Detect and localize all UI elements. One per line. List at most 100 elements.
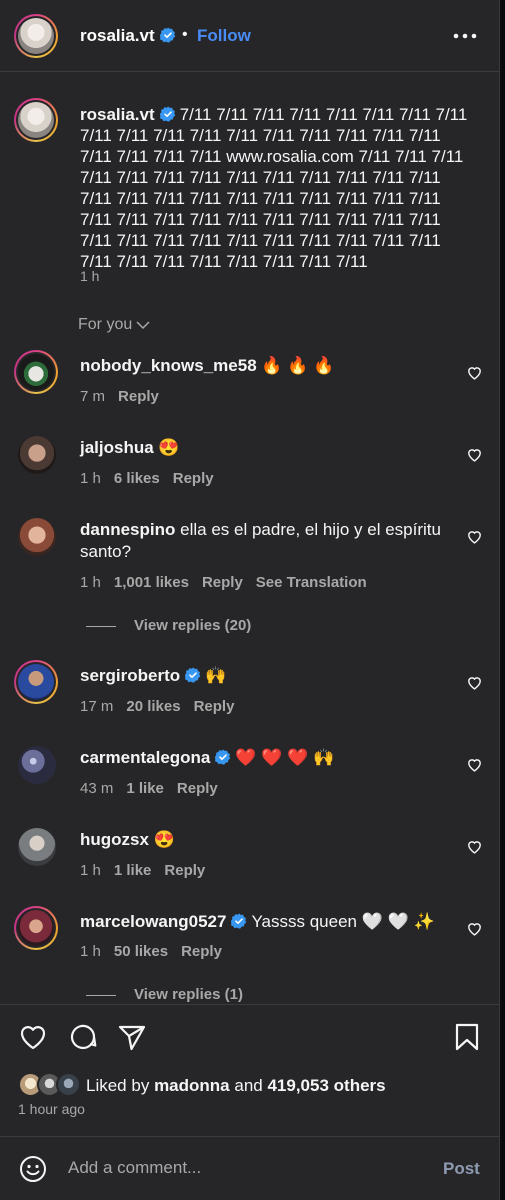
liked-by-and: and xyxy=(234,1076,263,1095)
comment-avatar[interactable] xyxy=(18,828,56,866)
like-comment-heart-icon[interactable] xyxy=(466,674,483,691)
comment-avatar[interactable] xyxy=(14,660,58,704)
comment-body: 😍 xyxy=(158,438,180,457)
comment-body: Yassss queen 🤍 🤍 ✨ xyxy=(251,912,435,931)
post-panel: rosalia.vt • Follow rosalia.vt 7/11 7/11 … xyxy=(0,0,500,1200)
comment-username[interactable]: nobody_knows_me58 xyxy=(80,356,257,375)
comment-username[interactable]: jaljoshua xyxy=(80,438,154,457)
caption-timestamp: 1 h xyxy=(80,268,100,284)
window-edge xyxy=(500,0,505,1200)
comment-body: 🔥 🔥 🔥 xyxy=(261,356,335,375)
comment-meta: 43 m 1 like Reply xyxy=(80,780,231,797)
comment-likes[interactable]: 20 likes xyxy=(126,698,180,715)
verified-badge-icon xyxy=(159,27,175,43)
header-separator: • xyxy=(182,26,188,43)
comment-text: jaljoshua 😍 xyxy=(80,437,450,459)
comment-body: 😍 xyxy=(153,830,175,849)
verified-badge-icon xyxy=(215,749,231,765)
comment-username[interactable]: carmentalegona xyxy=(80,748,210,767)
like-comment-heart-icon[interactable] xyxy=(466,838,483,855)
comment-text: nobody_knows_me58 🔥 🔥 🔥 xyxy=(80,355,450,377)
comment-time: 1 h xyxy=(80,943,101,960)
liker-avatar xyxy=(56,1072,81,1097)
verified-badge-icon xyxy=(185,667,201,683)
share-send-icon[interactable] xyxy=(117,1022,147,1052)
comment-avatar[interactable] xyxy=(14,906,58,950)
comment-username[interactable]: hugozsx xyxy=(80,830,149,849)
comment-time: 17 m xyxy=(80,698,114,715)
caption-body: 7/11 7/11 7/11 7/11 7/11 7/11 7/11 7/11 … xyxy=(80,105,468,271)
reply-button[interactable]: Reply xyxy=(173,470,214,487)
comment-meta: 1 h 6 likes Reply xyxy=(80,470,227,487)
reply-button[interactable]: Reply xyxy=(177,780,218,797)
comment-likes[interactable]: 1 like xyxy=(126,780,164,797)
post-comment-button[interactable]: Post xyxy=(443,1159,480,1179)
reply-button[interactable]: Reply xyxy=(202,574,243,591)
comment-avatar[interactable] xyxy=(18,518,56,556)
reply-button[interactable]: Reply xyxy=(118,388,159,405)
comment-meta: 17 m 20 likes Reply xyxy=(80,698,247,715)
reply-button[interactable]: Reply xyxy=(181,943,222,960)
comment-time: 7 m xyxy=(80,388,106,405)
add-comment-input[interactable] xyxy=(68,1158,408,1178)
liked-by-others[interactable]: 419,053 others xyxy=(267,1076,385,1095)
comment-time: 1 h xyxy=(80,470,101,487)
caption-avatar[interactable] xyxy=(14,98,58,142)
emoji-picker-icon[interactable] xyxy=(18,1154,48,1184)
replies-divider xyxy=(86,994,116,996)
reply-button[interactable]: Reply xyxy=(164,862,205,879)
comment-time: 43 m xyxy=(80,780,114,797)
see-translation-button[interactable]: See Translation xyxy=(256,574,367,591)
like-comment-heart-icon[interactable] xyxy=(466,364,483,381)
comment-time: 1 h xyxy=(80,574,101,591)
comment-meta: 7 m Reply xyxy=(80,388,172,405)
comment-time: 1 h xyxy=(80,862,101,879)
more-options-icon[interactable] xyxy=(450,26,480,46)
post-header: rosalia.vt • Follow xyxy=(0,0,500,72)
view-replies-button[interactable]: View replies (20) xyxy=(86,617,251,634)
view-replies-button[interactable]: View replies (1) xyxy=(86,986,243,1003)
comment-username[interactable]: dannespino xyxy=(80,520,175,539)
comment-avatar[interactable] xyxy=(18,746,56,784)
comment-avatar[interactable] xyxy=(14,350,58,394)
view-replies-label: View replies (1) xyxy=(134,986,243,1003)
chevron-down-icon xyxy=(136,321,150,330)
sort-label: For you xyxy=(78,316,133,333)
caption-text: rosalia.vt 7/11 7/11 7/11 7/11 7/11 7/11 … xyxy=(80,104,470,272)
comment-likes[interactable]: 6 likes xyxy=(114,470,160,487)
comment-likes[interactable]: 50 likes xyxy=(114,943,168,960)
comment-avatar[interactable] xyxy=(18,436,56,474)
comment-sort-dropdown[interactable]: For you xyxy=(78,316,150,334)
post-timestamp: 1 hour ago xyxy=(18,1101,85,1117)
comment-meta: 1 h 1 like Reply xyxy=(80,862,218,879)
comment-text: sergiroberto 🙌 xyxy=(80,665,450,687)
comment-likes[interactable]: 1 like xyxy=(114,862,152,879)
comment-body: 🙌 xyxy=(205,666,227,685)
comment-bubble-icon[interactable] xyxy=(68,1022,98,1052)
like-comment-heart-icon[interactable] xyxy=(466,756,483,773)
comment-likes[interactable]: 1,001 likes xyxy=(114,574,189,591)
liked-by-user[interactable]: madonna xyxy=(154,1076,230,1095)
follow-button[interactable]: Follow xyxy=(197,26,251,46)
like-comment-heart-icon[interactable] xyxy=(466,920,483,937)
comment-text: hugozsx 😍 xyxy=(80,829,450,851)
reply-button[interactable]: Reply xyxy=(194,698,235,715)
like-comment-heart-icon[interactable] xyxy=(466,528,483,545)
view-replies-label: View replies (20) xyxy=(134,617,252,634)
comment-meta: 1 h 1,001 likes Reply See Translation xyxy=(80,574,380,591)
author-avatar[interactable] xyxy=(14,14,58,58)
verified-badge-icon xyxy=(231,913,247,929)
comment-username[interactable]: sergiroberto xyxy=(80,666,180,685)
comment-meta: 1 h 50 likes Reply xyxy=(80,943,235,960)
caption-username[interactable]: rosalia.vt xyxy=(80,105,155,124)
comment-text: marcelowang0527 Yassss queen 🤍 🤍 ✨ xyxy=(80,911,450,933)
like-comment-heart-icon[interactable] xyxy=(466,446,483,463)
replies-divider xyxy=(86,625,116,627)
like-heart-icon[interactable] xyxy=(18,1022,48,1052)
comment-box-divider xyxy=(0,1136,500,1137)
bookmark-save-icon[interactable] xyxy=(452,1022,482,1052)
author-username[interactable]: rosalia.vt xyxy=(80,26,176,46)
comment-username[interactable]: marcelowang0527 xyxy=(80,912,226,931)
liked-by-text[interactable]: Liked by madonna and 419,053 others xyxy=(86,1076,386,1096)
liked-by-prefix: Liked by xyxy=(86,1076,150,1095)
